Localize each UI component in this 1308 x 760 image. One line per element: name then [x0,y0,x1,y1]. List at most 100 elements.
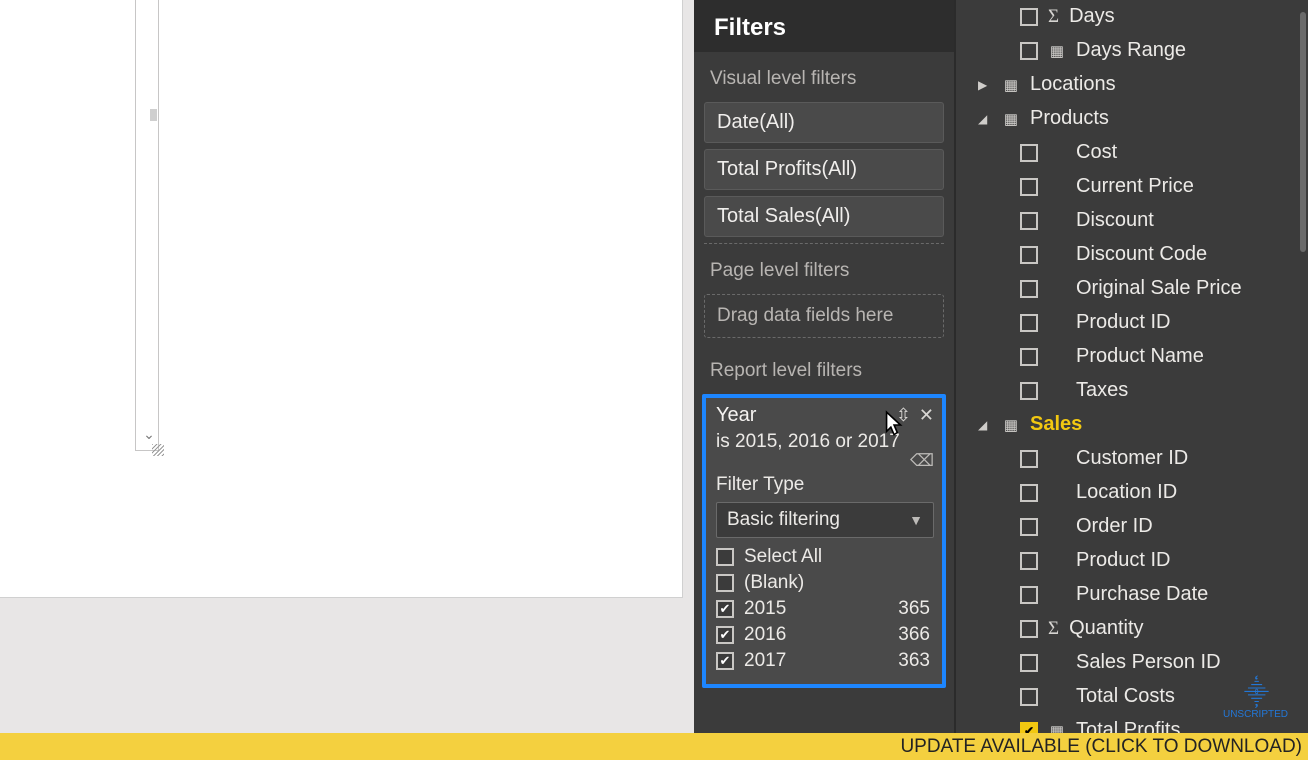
checkbox[interactable] [1020,688,1038,706]
fields-table-locations[interactable]: ▶▦Locations [956,68,1308,102]
filter-value-2017[interactable]: 2017 363 [716,648,934,674]
checkbox[interactable] [1020,382,1038,400]
visual-filter-date[interactable]: Date(All) [704,102,944,143]
field-label: Location ID [1076,481,1298,504]
field-item-total-profits[interactable]: ▦Total Profits [956,714,1308,733]
field-label: Discount [1076,209,1298,232]
scrollbar-thumb[interactable] [1300,12,1306,252]
spacer [996,43,1010,59]
page-level-filters-label: Page level filters [694,244,954,288]
clear-filter-icon[interactable]: ⌫ [910,451,934,471]
field-item-taxes[interactable]: Taxes [956,374,1308,408]
checkbox-checked[interactable] [716,626,734,644]
update-available-bar[interactable]: UPDATE AVAILABLE (CLICK TO DOWNLOAD) [0,733,1308,760]
field-label: Product ID [1076,311,1298,334]
visual-filter-total-profits[interactable]: Total Profits(All) [704,149,944,190]
fields-table-products[interactable]: ◢▦Products [956,102,1308,136]
field-item-product-id[interactable]: Product ID [956,306,1308,340]
checkbox[interactable] [1020,280,1038,298]
checkbox[interactable] [1020,586,1038,604]
spacer [996,9,1010,25]
field-label: Discount Code [1076,243,1298,266]
spacer [996,247,1010,263]
field-item-current-price[interactable]: Current Price [956,170,1308,204]
checkbox[interactable] [1020,314,1038,332]
spacer [996,553,1010,569]
filter-values-list: Select All (Blank) 2015 365 2016 366 201… [716,544,934,674]
fields-table-sales[interactable]: ◢ ▦ Sales [956,408,1308,442]
report-filter-title: Year [716,404,756,427]
scroll-down-icon[interactable]: ⌄ [142,424,156,444]
field-item-sales-person-id[interactable]: Sales Person ID [956,646,1308,680]
checkbox[interactable] [1020,484,1038,502]
field-item-order-id[interactable]: Order ID [956,510,1308,544]
report-level-filters-label: Report level filters [694,344,954,388]
checkbox[interactable] [1020,654,1038,672]
field-label: Sales Person ID [1076,651,1298,674]
field-item-original-sale-price[interactable]: Original Sale Price [956,272,1308,306]
field-item-product-name[interactable]: Product Name [956,340,1308,374]
filter-value-count: 366 [898,624,934,646]
field-item-days-range[interactable]: ▦Days Range [956,34,1308,68]
field-label: Product ID [1076,549,1298,572]
checkbox[interactable] [1020,450,1038,468]
visual-frame[interactable]: ⌄ [135,0,159,451]
selection-handle[interactable] [150,109,157,121]
visual-level-filters-label: Visual level filters [694,52,954,96]
sigma-icon: Σ [1048,6,1059,28]
checkbox[interactable] [1020,518,1038,536]
checkbox-checked[interactable] [1020,722,1038,734]
field-item-customer-id[interactable]: Customer ID [956,442,1308,476]
field-item-discount-code[interactable]: Discount Code [956,238,1308,272]
field-label: Original Sale Price [1076,277,1298,300]
checkbox[interactable] [1020,552,1038,570]
checkbox[interactable] [716,548,734,566]
filter-value-blank[interactable]: (Blank) [716,570,934,596]
field-item-total-costs[interactable]: Total Costs [956,680,1308,714]
field-item-location-id[interactable]: Location ID [956,476,1308,510]
field-item-quantity[interactable]: ΣQuantity [956,612,1308,646]
page-filter-dropzone[interactable]: Drag data fields here [704,294,944,338]
checkbox[interactable] [1020,212,1038,230]
checkbox[interactable] [1020,42,1038,60]
spacer [996,383,1010,399]
visual-filter-total-sales[interactable]: Total Sales(All) [704,196,944,237]
filter-value-2015[interactable]: 2015 365 [716,596,934,622]
fields-scrollbar[interactable] [1300,0,1306,733]
field-label: Products [1030,107,1298,130]
filter-value-label: 2017 [744,650,888,672]
close-icon[interactable]: ✕ [919,405,934,426]
resize-handle-icon[interactable] [152,444,164,456]
field-label: Sales [1030,413,1298,436]
filter-type-value: Basic filtering [727,509,840,531]
spacer [996,179,1010,195]
chevron-right-icon[interactable]: ▶ [978,78,992,92]
checkbox[interactable] [1020,246,1038,264]
field-item-purchase-date[interactable]: Purchase Date [956,578,1308,612]
checkbox[interactable] [1020,8,1038,26]
checkbox[interactable] [716,574,734,592]
collapse-icon[interactable]: ⇳ [896,405,911,426]
filter-value-2016[interactable]: 2016 366 [716,622,934,648]
checkbox-checked[interactable] [716,652,734,670]
filter-type-dropdown[interactable]: Basic filtering ▼ [716,502,934,538]
checkbox[interactable] [1020,178,1038,196]
checkbox[interactable] [1020,144,1038,162]
checkbox-checked[interactable] [716,600,734,618]
sigma-icon: Σ [1048,618,1059,640]
field-item-days[interactable]: ΣDays [956,0,1308,34]
chevron-down-icon[interactable]: ◢ [978,112,992,126]
checkbox[interactable] [1020,348,1038,366]
field-item-product-id[interactable]: Product ID [956,544,1308,578]
table-icon: ▦ [1002,76,1020,94]
report-filter-year[interactable]: Year ⇳ ✕ is 2015, 2016 or 2017 ⌫ Filter … [702,394,946,688]
filter-value-select-all[interactable]: Select All [716,544,934,570]
filters-panel: Filters Visual level filters Date(All) T… [694,0,956,733]
checkbox[interactable] [1020,620,1038,638]
field-label: Purchase Date [1076,583,1298,606]
table-icon: ▦ [1002,416,1020,434]
field-item-discount[interactable]: Discount [956,204,1308,238]
filter-value-label: 2016 [744,624,888,646]
field-item-cost[interactable]: Cost [956,136,1308,170]
chevron-down-icon[interactable]: ◢ [978,418,992,432]
